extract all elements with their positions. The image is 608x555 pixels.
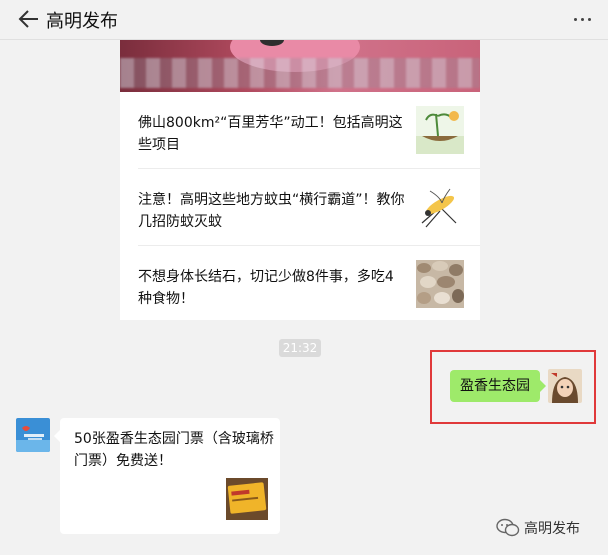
- mosquito-thumbnail-icon: [416, 183, 464, 231]
- chat-header: 高明发布: [0, 0, 608, 40]
- news-item[interactable]: 佛山800km²“百里芳华”动工！包括高明这些项目: [120, 92, 480, 168]
- news-card: 佛山800km²“百里芳华”动工！包括高明这些项目 注意！高明这些地方蚊虫“横行…: [120, 40, 480, 320]
- news-item[interactable]: 不想身体长结石，切记少做8件事，多吃4种食物！: [120, 246, 480, 322]
- wechat-icon: [496, 518, 520, 537]
- message-time-badge: 21:32: [279, 339, 321, 357]
- received-message-bubble[interactable]: 50张盈香生态园门票（含玻璃桥门票）免费送！: [54, 418, 280, 534]
- news-banner-image[interactable]: [120, 40, 480, 92]
- received-message-text: 50张盈香生态园门票（含玻璃桥门票）免费送！: [74, 431, 274, 469]
- news-item-title: 注意！高明这些地方蚊虫“横行霸道”！教你几招防蚊灭蚊: [138, 192, 405, 230]
- sent-message-bubble[interactable]: 盈香生态园: [450, 370, 546, 402]
- news-item[interactable]: 注意！高明这些地方蚊虫“横行霸道”！教你几招防蚊灭蚊: [120, 169, 480, 245]
- chat-title: 高明发布: [46, 11, 118, 32]
- watermark-text: 高明发布: [524, 521, 580, 537]
- news-item-title: 佛山800km²“百里芳华”动工！包括高明这些项目: [138, 115, 403, 153]
- more-dots-icon[interactable]: [572, 12, 594, 26]
- back-arrow-icon[interactable]: [18, 8, 40, 30]
- news-item-title: 不想身体长结石，切记少做8件事，多吃4种食物！: [138, 269, 394, 307]
- ticket-thumbnail-icon: [226, 478, 268, 520]
- official-account-avatar[interactable]: [16, 418, 50, 452]
- stones-thumbnail-icon: [416, 260, 464, 308]
- user-avatar[interactable]: [548, 369, 582, 403]
- landscape-thumbnail-icon: [416, 106, 464, 154]
